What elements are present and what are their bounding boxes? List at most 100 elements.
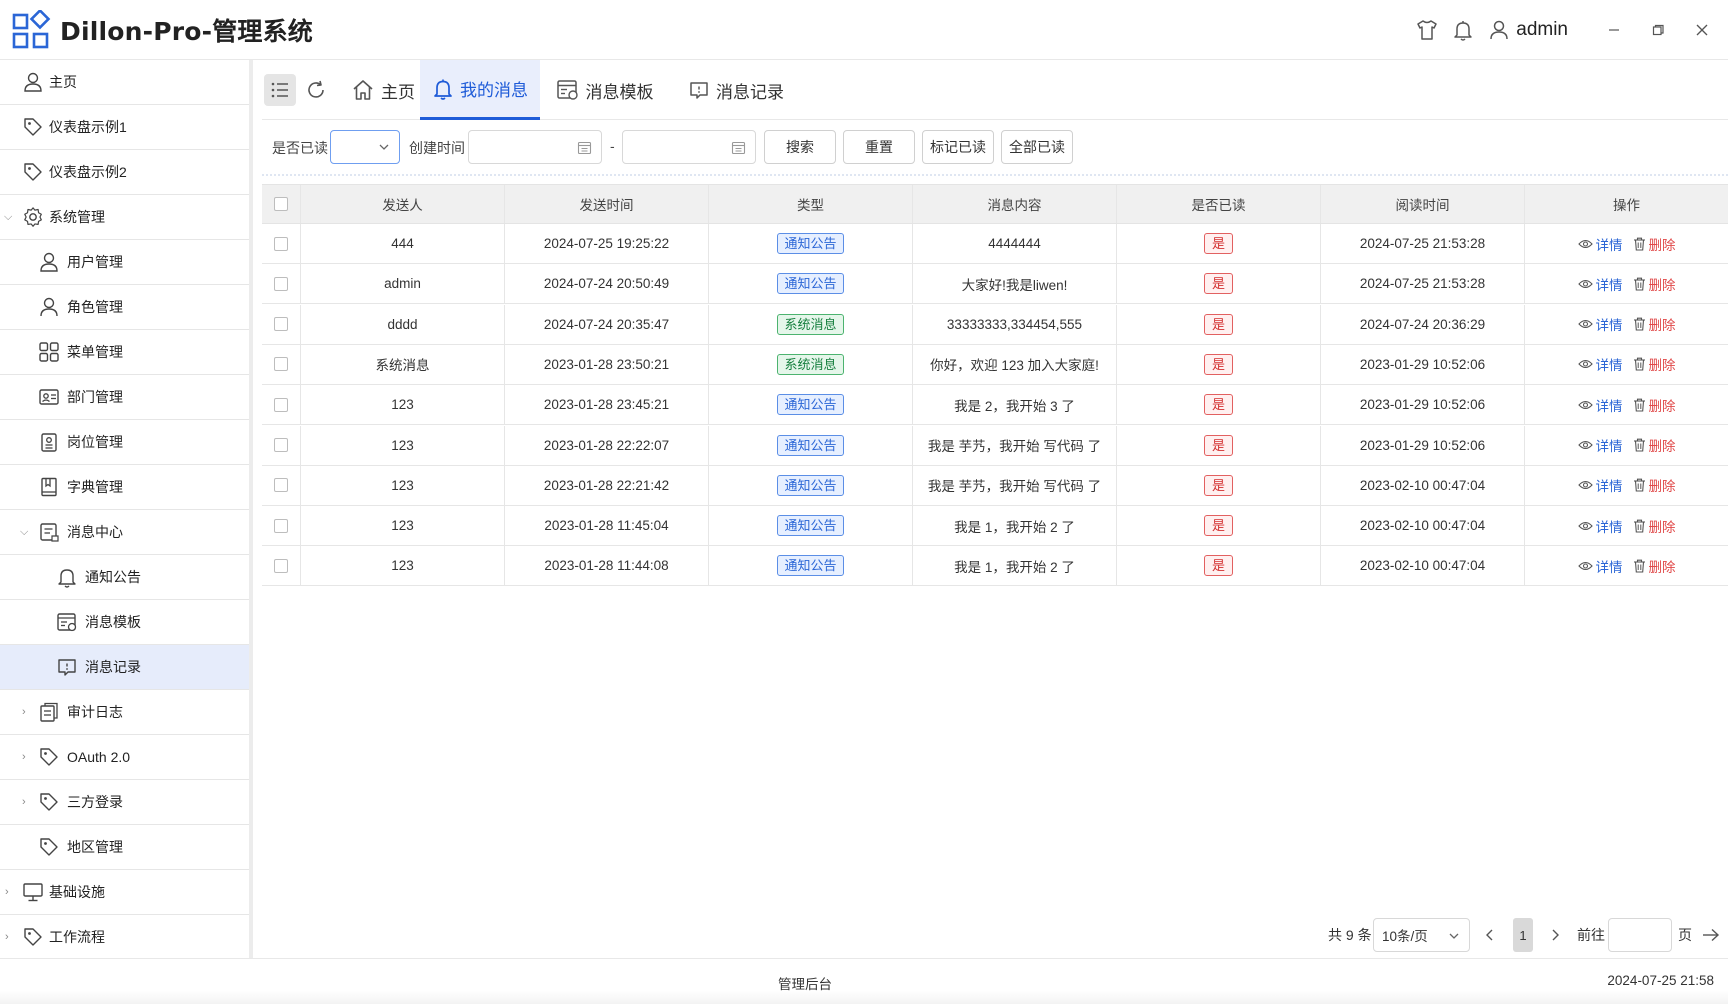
minimize-button[interactable] (1592, 0, 1636, 60)
detail-button[interactable]: 详情 (1577, 274, 1623, 294)
trash-icon (1633, 237, 1645, 251)
calendar-icon (577, 141, 592, 155)
table-cell: 2023-02-10 00:47:04 (1321, 506, 1525, 546)
sidebar-item-dashboard2[interactable]: 仪表盘示例2 (0, 150, 249, 195)
detail-button[interactable]: 详情 (1577, 354, 1623, 374)
table-row[interactable]: 444 2024-07-25 19:25:22 通知公告 4444444 是 2024-0… (262, 224, 1728, 264)
menu-toggle-button[interactable] (264, 74, 296, 106)
close-button[interactable] (1680, 0, 1724, 60)
select-all-checkbox[interactable] (274, 197, 288, 211)
page-number-current[interactable]: 1 (1513, 918, 1533, 952)
goto-page-input[interactable] (1608, 918, 1672, 952)
tab-home[interactable]: 主页 (344, 60, 422, 120)
user-avatar-icon[interactable] (1486, 17, 1512, 43)
table-cell: 通知公告 (709, 385, 913, 425)
sidebar-item-workflow[interactable]: › 工作流程 (0, 915, 249, 958)
read-status-select[interactable] (330, 130, 400, 164)
table-row[interactable]: 123 2023-01-28 23:45:21 通知公告 我是 2，我开始 3 了 是 2… (262, 385, 1728, 426)
row-checkbox[interactable] (274, 357, 288, 372)
delete-button[interactable]: 删除 (1633, 314, 1676, 334)
delete-button[interactable]: 删除 (1633, 395, 1676, 415)
delete-button[interactable]: 删除 (1633, 516, 1676, 536)
delete-button[interactable]: 删除 (1633, 234, 1676, 254)
sidebar-item-label: 主页 (49, 74, 77, 90)
row-checkbox[interactable] (274, 518, 288, 533)
column-header[interactable]: 消息内容 (913, 185, 1117, 223)
detail-button[interactable]: 详情 (1577, 475, 1623, 495)
column-header[interactable]: 类型 (709, 185, 913, 223)
theme-icon[interactable] (1414, 17, 1440, 43)
sidebar-item-dictionary[interactable]: 字典管理 (0, 465, 249, 510)
detail-button[interactable]: 详情 (1577, 556, 1623, 576)
row-checkbox[interactable] (274, 317, 288, 332)
search-button[interactable]: 搜索 (764, 130, 836, 164)
detail-button[interactable]: 详情 (1577, 234, 1623, 254)
delete-button[interactable]: 删除 (1633, 475, 1676, 495)
detail-button[interactable]: 详情 (1577, 435, 1623, 455)
column-header[interactable]: 阅读时间 (1321, 185, 1525, 223)
table-row[interactable]: admin 2024-07-24 20:50:49 通知公告 大家好!我是liwen!… (262, 264, 1728, 305)
reset-button[interactable]: 重置 (843, 130, 915, 164)
sidebar-item-msg-records[interactable]: 消息记录 (0, 645, 249, 690)
row-checkbox[interactable] (274, 438, 288, 452)
row-checkbox[interactable] (274, 397, 288, 412)
sidebar-item-audit-log[interactable]: › 审计日志 (0, 690, 249, 735)
sidebar-item-dashboard1[interactable]: 仪表盘示例1 (0, 105, 249, 150)
row-checkbox[interactable] (274, 276, 288, 291)
detail-button[interactable]: 详情 (1577, 314, 1623, 334)
sidebar-item-posts[interactable]: 岗位管理 (0, 420, 249, 465)
row-checkbox[interactable] (274, 478, 288, 493)
column-header[interactable]: 是否已读 (1117, 185, 1321, 223)
delete-button[interactable]: 删除 (1633, 354, 1676, 374)
sidebar-item-message-center[interactable]: ⌵ 消息中心 (0, 510, 249, 555)
table-row[interactable]: 系统消息 2023-01-28 23:50:21 系统消息 你好，欢迎 123 加入大… (262, 344, 1728, 385)
detail-button[interactable]: 详情 (1577, 516, 1623, 536)
column-header[interactable]: 发送人 (301, 185, 505, 223)
sidebar-item-third-party-login[interactable]: › 三方登录 (0, 780, 249, 825)
prev-page-button[interactable] (1484, 918, 1496, 952)
user-name[interactable]: admin (1516, 19, 1568, 41)
sidebar-item-departments[interactable]: 部门管理 (0, 375, 249, 420)
mark-read-button[interactable]: 标记已读 (922, 130, 994, 164)
goto-arrow-button[interactable] (1702, 918, 1720, 952)
detail-button[interactable]: 详情 (1577, 395, 1623, 415)
sidebar-item-home[interactable]: 主页 (0, 60, 249, 105)
row-checkbox[interactable] (274, 236, 288, 251)
column-header[interactable]: 发送时间 (505, 185, 709, 223)
delete-button[interactable]: 删除 (1633, 435, 1676, 455)
tab-my-messages[interactable]: 我的消息 (420, 60, 540, 120)
sidebar-item-infrastructure[interactable]: › 基础设施 (0, 870, 249, 915)
sidebar-item-regions[interactable]: 地区管理 (0, 825, 249, 870)
chevron-right-icon: › (22, 751, 26, 763)
next-page-button[interactable] (1549, 918, 1561, 952)
mark-all-read-button[interactable]: 全部已读 (1001, 130, 1073, 164)
sidebar-item-users[interactable]: 用户管理 (0, 240, 249, 285)
table-cell (262, 465, 301, 505)
bell-icon[interactable] (1450, 17, 1476, 43)
sidebar-item-system[interactable]: ⌵ 系统管理 (0, 195, 249, 240)
start-date-input[interactable] (468, 130, 602, 164)
end-date-input[interactable] (622, 130, 756, 164)
delete-button[interactable]: 删除 (1633, 274, 1676, 294)
sidebar-item-roles[interactable]: 角色管理 (0, 285, 249, 330)
sender-cell: admin (384, 276, 421, 292)
sidebar-item-oauth[interactable]: › OAuth 2.0 (0, 735, 249, 780)
row-checkbox[interactable] (274, 558, 288, 573)
sidebar-item-label: 仪表盘示例1 (49, 119, 127, 135)
table-row[interactable]: 123 2023-01-28 22:21:42 通知公告 我是 芋艿，我开始 写代码 … (262, 465, 1728, 506)
table-row[interactable]: 123 2023-01-28 22:22:07 通知公告 我是 芋艿，我开始 写代码 … (262, 425, 1728, 466)
sidebar-item-menus[interactable]: 菜单管理 (0, 330, 249, 375)
page-size-select[interactable]: 10条/页 (1373, 918, 1470, 952)
sidebar-item-notices[interactable]: 通知公告 (0, 555, 249, 600)
read-status-tag: 是 (1203, 434, 1233, 456)
sidebar-item-msg-templates[interactable]: 消息模板 (0, 600, 249, 645)
table-row[interactable]: dddd 2024-07-24 20:35:47 系统消息 33333333,3344… (262, 304, 1728, 345)
tab-msg-templates[interactable]: 消息模板 (552, 60, 657, 120)
table-row[interactable]: 123 2023-01-28 11:44:08 通知公告 我是 1，我开始 2 了 是 2… (262, 546, 1728, 587)
refresh-button[interactable] (300, 74, 332, 106)
table-cell: 我是 1，我开始 2 了 (913, 506, 1117, 546)
restore-button[interactable] (1636, 0, 1680, 60)
table-row[interactable]: 123 2023-01-28 11:45:04 通知公告 我是 1，我开始 2 了 是 2… (262, 506, 1728, 547)
tab-msg-records[interactable]: 消息记录 (682, 60, 790, 120)
delete-button[interactable]: 删除 (1633, 556, 1676, 576)
